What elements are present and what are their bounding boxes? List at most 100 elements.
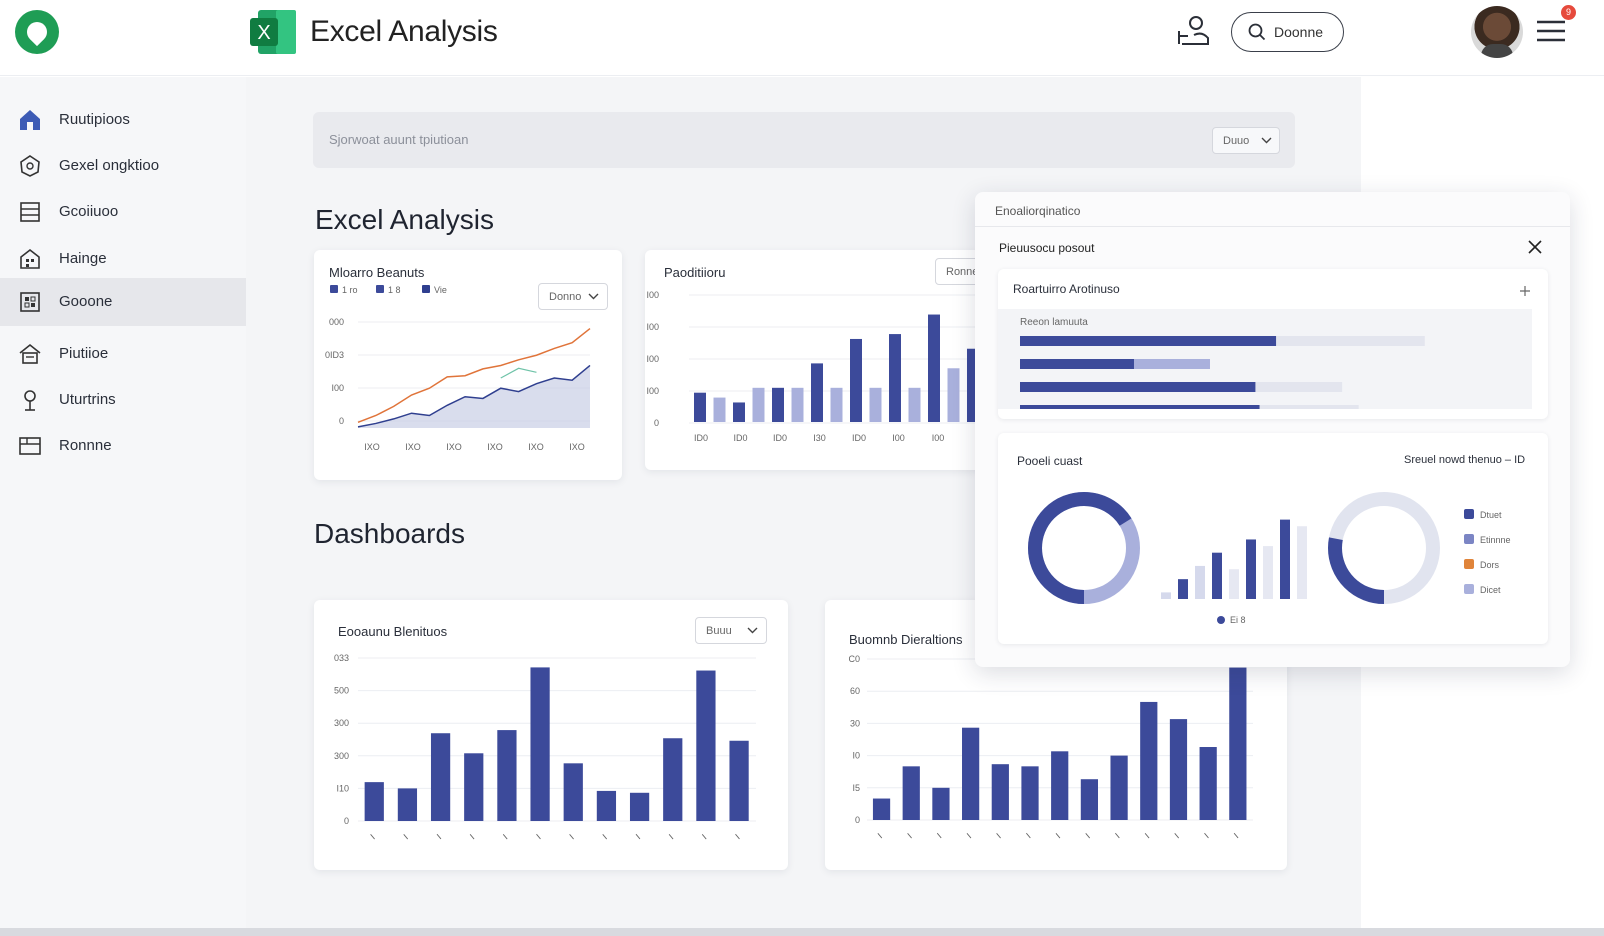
dashboard-bar-chart-left: Eooaunu Blenituos Buuu 033 500 300 300 I10 0 I… xyxy=(314,600,788,870)
card-title: Roartuirro Arotinuso xyxy=(1013,282,1120,296)
sidebar-item-gexel[interactable]: Gexel ongktioo xyxy=(0,143,246,189)
horizontal-bar-chart xyxy=(1020,336,1425,409)
house-icon xyxy=(19,343,41,364)
sidebar-item-uturtrins[interactable]: Uturtrins xyxy=(0,377,246,423)
hbar-area: Reeon lamuuta xyxy=(998,309,1532,409)
legend-label: 1 8 xyxy=(388,285,401,295)
sidebar-item-piutiioe[interactable]: Piutiioe xyxy=(0,331,246,377)
filter-dropdown[interactable]: Duuo xyxy=(1212,127,1280,154)
x-tick-label: I00 xyxy=(892,433,905,443)
bar xyxy=(1080,779,1099,820)
sidebar-item-label: Ronnne xyxy=(59,437,112,454)
x-tick-label: I xyxy=(1202,831,1210,840)
x-tick-label: I xyxy=(667,832,675,841)
app-title: Excel Analysis xyxy=(310,15,498,48)
table-icon xyxy=(19,437,41,455)
search-button[interactable]: Doonne xyxy=(1231,12,1344,52)
hbar xyxy=(1020,336,1277,346)
sidebar-item-ronnne[interactable]: Ronnne xyxy=(0,423,246,469)
bar xyxy=(729,740,749,821)
grid-icon xyxy=(20,292,40,312)
filter-bar[interactable]: Sjorwoat auunt tpiutioan Duuo xyxy=(313,112,1295,168)
x-tick-label: I xyxy=(995,831,1003,840)
bar xyxy=(932,787,950,820)
donut-card: Pooeli cuast Sreuel nowd thenuo – ID Ei … xyxy=(998,433,1548,644)
x-tick-label: I xyxy=(1054,831,1062,840)
y-tick-label: I00 xyxy=(646,354,659,364)
bar xyxy=(908,387,921,422)
legend-swatch xyxy=(330,285,338,293)
bar xyxy=(364,782,384,821)
bar xyxy=(947,368,960,422)
bar xyxy=(464,753,484,821)
sidebar-item-label: Piutiioe xyxy=(59,345,109,362)
close-icon[interactable] xyxy=(1528,240,1542,254)
x-tick-label: I xyxy=(1173,831,1181,840)
x-tick-label: I xyxy=(435,832,443,841)
y-tick-label: 60 xyxy=(850,686,860,696)
analysis-panel: Enoaliorqinatico Pieuusocu posout Roartu… xyxy=(975,192,1570,667)
y-tick-label: 300 xyxy=(334,751,349,761)
bar xyxy=(1140,701,1158,820)
sidebar-item-label: Gooone xyxy=(59,293,113,310)
y-tick-label: 0 xyxy=(855,815,860,825)
bottom-scrollbar[interactable] xyxy=(0,928,1604,936)
x-tick-label: IXO xyxy=(569,442,585,452)
x-tick-label: IXO xyxy=(364,442,380,452)
sidebar-item-hainge[interactable]: Hainge xyxy=(0,236,246,282)
legend-label: Dicet xyxy=(1480,585,1501,595)
filter-dropdown-label: Duuo xyxy=(1223,135,1250,147)
bar xyxy=(830,387,843,422)
y-tick-label: 033 xyxy=(334,653,349,663)
line-chart: 1 ro 1 8 Vie 000 0ID3 I00 0 IXO IXO IXO IXO IXO IXO xyxy=(325,285,591,452)
section-title-dashboards: Dashboards xyxy=(314,518,465,549)
sidebar-item-gcoiiuoo[interactable]: Gcoiiuoo xyxy=(0,189,246,235)
bar xyxy=(596,790,617,821)
bar xyxy=(991,764,1009,820)
x-tick-label: I xyxy=(1113,831,1121,840)
bar xyxy=(1229,667,1247,820)
x-tick-label: I xyxy=(601,832,609,841)
sidebar-item-label: Uturtrins xyxy=(59,391,116,408)
sidebar-item-label: Ruutipioos xyxy=(59,111,130,128)
bar xyxy=(733,402,745,422)
brand-logo-icon[interactable] xyxy=(15,10,59,54)
sidebar-item-ruutipioos[interactable]: Ruutipioos xyxy=(0,97,246,143)
legend-swatch xyxy=(1464,584,1474,594)
legend-label: Dtuet xyxy=(1480,510,1502,520)
hbar xyxy=(1020,359,1134,369)
bar-chart: 033 500 300 300 I10 0 I I I I I I I I I I I I xyxy=(334,653,756,841)
bar xyxy=(397,788,418,821)
x-tick-label: I xyxy=(876,831,884,840)
mini-bar xyxy=(1212,552,1222,599)
legend-label: Etinnne xyxy=(1480,535,1511,545)
y-tick-label: I00 xyxy=(646,290,659,300)
bar xyxy=(1021,766,1039,820)
x-tick-label: IXO xyxy=(446,442,462,452)
user-icon[interactable] xyxy=(1176,14,1210,48)
bar xyxy=(696,670,716,821)
hamburger-menu-icon[interactable] xyxy=(1535,18,1567,44)
legend-swatch xyxy=(422,285,430,293)
legend-swatch xyxy=(1464,534,1474,544)
x-tick-label: I xyxy=(935,831,943,840)
x-tick-label: I xyxy=(965,831,973,840)
expand-icon[interactable] xyxy=(1519,285,1531,297)
bar-chart-card: Paoditiioru Ronne I00 I00 I00 I00 0 ID0 ID0 ID0… xyxy=(645,250,995,470)
x-tick-label: I xyxy=(468,832,476,841)
panel-title: Pieuusocu posout xyxy=(999,241,1095,255)
y-tick-label: I0 xyxy=(852,751,860,761)
legend-swatch xyxy=(1464,559,1474,569)
sidebar-item-gooone[interactable]: Gooone xyxy=(0,278,246,326)
mini-bar xyxy=(1161,592,1171,599)
bar xyxy=(1051,751,1069,820)
x-tick-label: I xyxy=(402,832,410,841)
user-avatar[interactable] xyxy=(1471,6,1523,58)
bar xyxy=(694,392,706,422)
bar-chart: I00 I00 I00 I00 0 ID0 ID0 ID0 I30 ID0 I00 I00 xyxy=(646,290,990,443)
bar xyxy=(713,397,726,422)
section-title-excel: Excel Analysis xyxy=(315,204,494,235)
list-icon xyxy=(20,202,40,222)
hbar xyxy=(1020,405,1260,409)
bar xyxy=(928,314,940,422)
